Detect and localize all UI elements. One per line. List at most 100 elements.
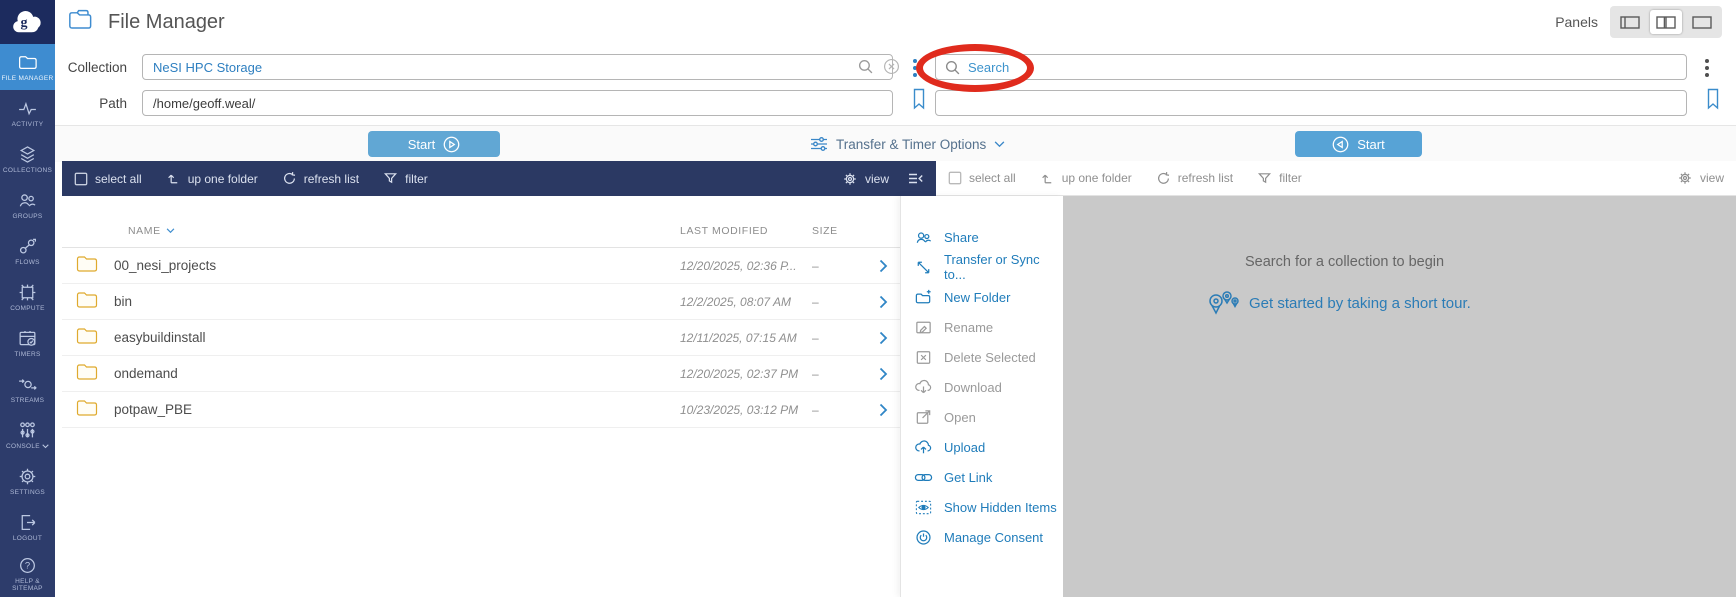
table-row[interactable]: ondemand 12/20/2025, 02:37 PM –	[62, 356, 900, 392]
menu-item-manage-consent[interactable]: Manage Consent	[901, 522, 1063, 552]
right-collection-search-input[interactable]	[935, 54, 1687, 80]
sidebar-item-label: SETTINGS	[10, 489, 45, 496]
right-bookmark-icon[interactable]	[1705, 88, 1721, 115]
dual-panel-layout-icon	[1656, 15, 1676, 29]
gear-icon	[844, 172, 856, 185]
select-all-button[interactable]: select all	[74, 172, 142, 186]
menu-item-upload[interactable]: Upload	[901, 432, 1063, 462]
globus-cloud-icon: g	[12, 11, 41, 33]
table-row[interactable]: 00_nesi_projects 12/20/2025, 02:36 P... …	[62, 248, 900, 284]
path-input[interactable]	[142, 90, 893, 116]
svg-text:?: ?	[25, 560, 30, 571]
right-path-input[interactable]	[935, 90, 1687, 116]
refresh-list-label: refresh list	[303, 171, 360, 186]
start-button-label: Start	[1357, 136, 1385, 152]
up-one-folder-button[interactable]: up one folder	[1040, 171, 1132, 186]
sidebar-item-help-sitemap[interactable]: ? HELP & SITEMAP	[0, 550, 55, 596]
sidebar-item-console[interactable]: CONSOLE	[0, 412, 55, 458]
row-chevron-icon[interactable]	[879, 331, 900, 345]
svg-text:g: g	[20, 16, 27, 31]
up-one-folder-button[interactable]: up one folder	[166, 171, 258, 186]
menu-item-download[interactable]: Download	[901, 372, 1063, 402]
row-chevron-icon[interactable]	[879, 259, 900, 273]
refresh-list-button[interactable]: refresh list	[1156, 171, 1233, 186]
up-folder-arrow-icon	[1041, 174, 1051, 183]
filter-label: filter	[405, 171, 428, 186]
row-chevron-icon[interactable]	[879, 295, 900, 309]
table-row[interactable]: easybuildinstall 12/11/2025, 07:15 AM –	[62, 320, 900, 356]
sidebar-item-label: HELP & SITEMAP	[12, 577, 43, 592]
table-row[interactable]: bin 12/2/2025, 08:07 AM –	[62, 284, 900, 320]
column-size[interactable]: SIZE	[812, 225, 900, 237]
filter-button[interactable]: filter	[1257, 171, 1302, 186]
collapse-panel-button[interactable]	[907, 171, 924, 186]
file-size: –	[812, 402, 819, 417]
sidebar-item-label: TIMERS	[14, 351, 41, 358]
menu-item-get-link[interactable]: Get Link	[901, 462, 1063, 492]
file-list: NAME LAST MODIFIED SIZE 00_nesi_projects…	[62, 196, 900, 597]
sidebar-item-file-manager[interactable]: FILE MANAGER	[0, 44, 55, 90]
row-chevron-icon[interactable]	[879, 403, 900, 417]
file-name[interactable]: potpaw_PBE	[114, 402, 680, 417]
file-name[interactable]: ondemand	[114, 366, 680, 381]
sidebar-item-streams[interactable]: STREAMS	[0, 366, 55, 412]
sidebar-item-groups[interactable]: GROUPS	[0, 182, 55, 228]
folder-icon	[76, 399, 114, 420]
sidebar-item-collections[interactable]: COLLECTIONS	[0, 136, 55, 182]
clear-collection-icon[interactable]	[883, 58, 900, 80]
collection-input[interactable]	[142, 54, 893, 80]
tour-link[interactable]: Get started by taking a short tour.	[1206, 289, 1471, 317]
delete-x-icon	[916, 350, 931, 364]
sidebar-item-label: COMPUTE	[10, 305, 45, 312]
collapse-menu-icon	[909, 173, 923, 184]
sidebar-item-timers[interactable]: TIMERS	[0, 320, 55, 366]
panel-layout-left-collapsed-button[interactable]	[1614, 10, 1646, 34]
view-button[interactable]: view	[842, 171, 889, 187]
column-last-modified[interactable]: LAST MODIFIED	[680, 225, 812, 237]
menu-item-share[interactable]: Share	[901, 222, 1063, 252]
search-icon[interactable]	[857, 58, 874, 80]
activity-icon	[17, 98, 38, 119]
menu-item-transfer-or-sync[interactable]: Transfer or Sync to...	[901, 252, 1063, 282]
sidebar-item-settings[interactable]: SETTINGS	[0, 458, 55, 504]
name-column-label: NAME	[128, 225, 161, 237]
sidebar-item-logout[interactable]: LOGOUT	[0, 504, 55, 550]
filter-button[interactable]: filter	[383, 171, 428, 186]
table-row[interactable]: potpaw_PBE 10/23/2025, 03:12 PM –	[62, 392, 900, 428]
up-folder-arrow-icon	[167, 174, 177, 184]
start-transfer-left-button[interactable]: Start	[368, 131, 500, 157]
menu-item-open[interactable]: Open	[901, 402, 1063, 432]
start-transfer-right-button[interactable]: Start	[1295, 131, 1422, 157]
collection-options-kebab-icon[interactable]	[911, 57, 919, 79]
folder-icon	[76, 291, 114, 312]
column-name[interactable]: NAME	[128, 225, 680, 237]
sidebar-item-activity[interactable]: ACTIVITY	[0, 90, 55, 136]
file-name[interactable]: bin	[114, 294, 680, 309]
file-name[interactable]: 00_nesi_projects	[114, 258, 680, 273]
menu-item-label: Upload	[944, 439, 986, 455]
refresh-list-label: refresh list	[1177, 171, 1234, 185]
refresh-list-button[interactable]: refresh list	[282, 171, 359, 186]
bookmark-icon[interactable]	[911, 88, 927, 115]
sidebar-item-compute[interactable]: COMPUTE	[0, 274, 55, 320]
select-all-button[interactable]: select all	[948, 171, 1016, 185]
row-chevron-icon[interactable]	[879, 367, 900, 381]
sidebar-item-label: ACTIVITY	[11, 121, 44, 128]
panel-layout-dual-button[interactable]	[1650, 10, 1682, 34]
menu-item-label: Delete Selected	[944, 349, 1036, 365]
folder-icon	[76, 327, 114, 348]
transfer-timer-options-button[interactable]: Transfer & Timer Options	[810, 126, 1005, 162]
menu-item-new-folder[interactable]: New Folder	[901, 282, 1063, 312]
app-header: File Manager Panels	[55, 0, 1736, 45]
globus-logo[interactable]: g	[0, 0, 55, 44]
right-collection-options-kebab-icon[interactable]	[1703, 57, 1711, 79]
power-consent-icon	[916, 529, 931, 545]
refresh-icon	[283, 172, 295, 184]
view-button[interactable]: view	[1677, 170, 1724, 186]
menu-item-rename[interactable]: Rename	[901, 312, 1063, 342]
file-name[interactable]: easybuildinstall	[114, 330, 680, 345]
menu-item-show-hidden-items[interactable]: Show Hidden Items	[901, 492, 1063, 522]
menu-item-delete-selected[interactable]: Delete Selected	[901, 342, 1063, 372]
sidebar-item-flows[interactable]: FLOWS	[0, 228, 55, 274]
panel-layout-single-button[interactable]	[1686, 10, 1718, 34]
